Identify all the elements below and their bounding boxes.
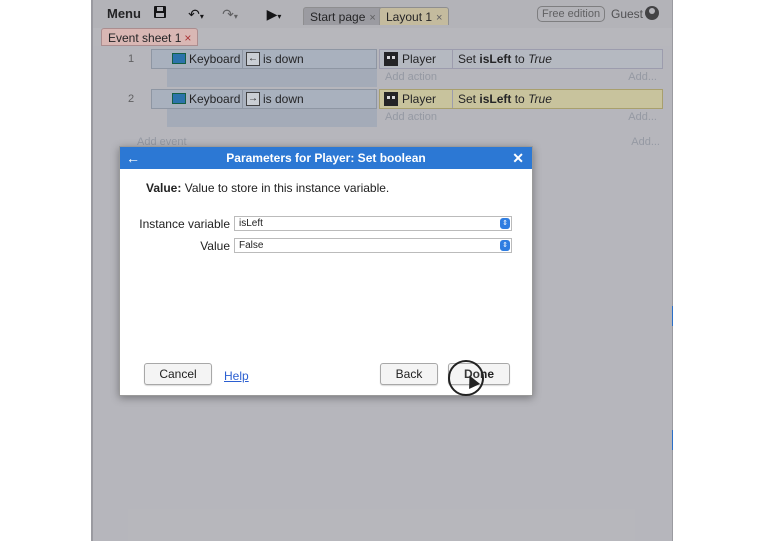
- back-button[interactable]: Back: [380, 363, 438, 385]
- value-label: Value: [200, 239, 230, 253]
- dialog-title: Parameters for Player: Set boolean: [226, 151, 426, 165]
- help-link[interactable]: Help: [224, 369, 249, 383]
- instance-variable-select[interactable]: isLeft ⇕: [234, 216, 512, 231]
- value-select[interactable]: False ⇕: [234, 238, 512, 253]
- chevron-updown-icon: ⇕: [500, 218, 510, 229]
- description-label: Value:: [146, 181, 182, 195]
- window-right-border: [672, 0, 673, 541]
- dialog-title-bar: ← Parameters for Player: Set boolean ✕: [120, 147, 532, 169]
- description-text: Value to store in this instance variable…: [184, 181, 390, 195]
- cancel-button[interactable]: Cancel: [144, 363, 212, 385]
- instance-variable-label: Instance variable: [139, 217, 230, 231]
- parameters-dialog: ← Parameters for Player: Set boolean ✕ V…: [119, 146, 533, 396]
- chevron-updown-icon: ⇕: [500, 240, 510, 251]
- parameter-description: Value: Value to store in this instance v…: [146, 181, 389, 195]
- arrow-left-icon[interactable]: ←: [126, 147, 140, 169]
- select-value: isLeft: [239, 218, 263, 229]
- close-icon[interactable]: ✕: [512, 147, 524, 169]
- select-value: False: [239, 240, 264, 251]
- app-window: Menu ↶▾ ↷▾ ▶▾ Start page × Layout 1 × Free…: [93, 0, 672, 541]
